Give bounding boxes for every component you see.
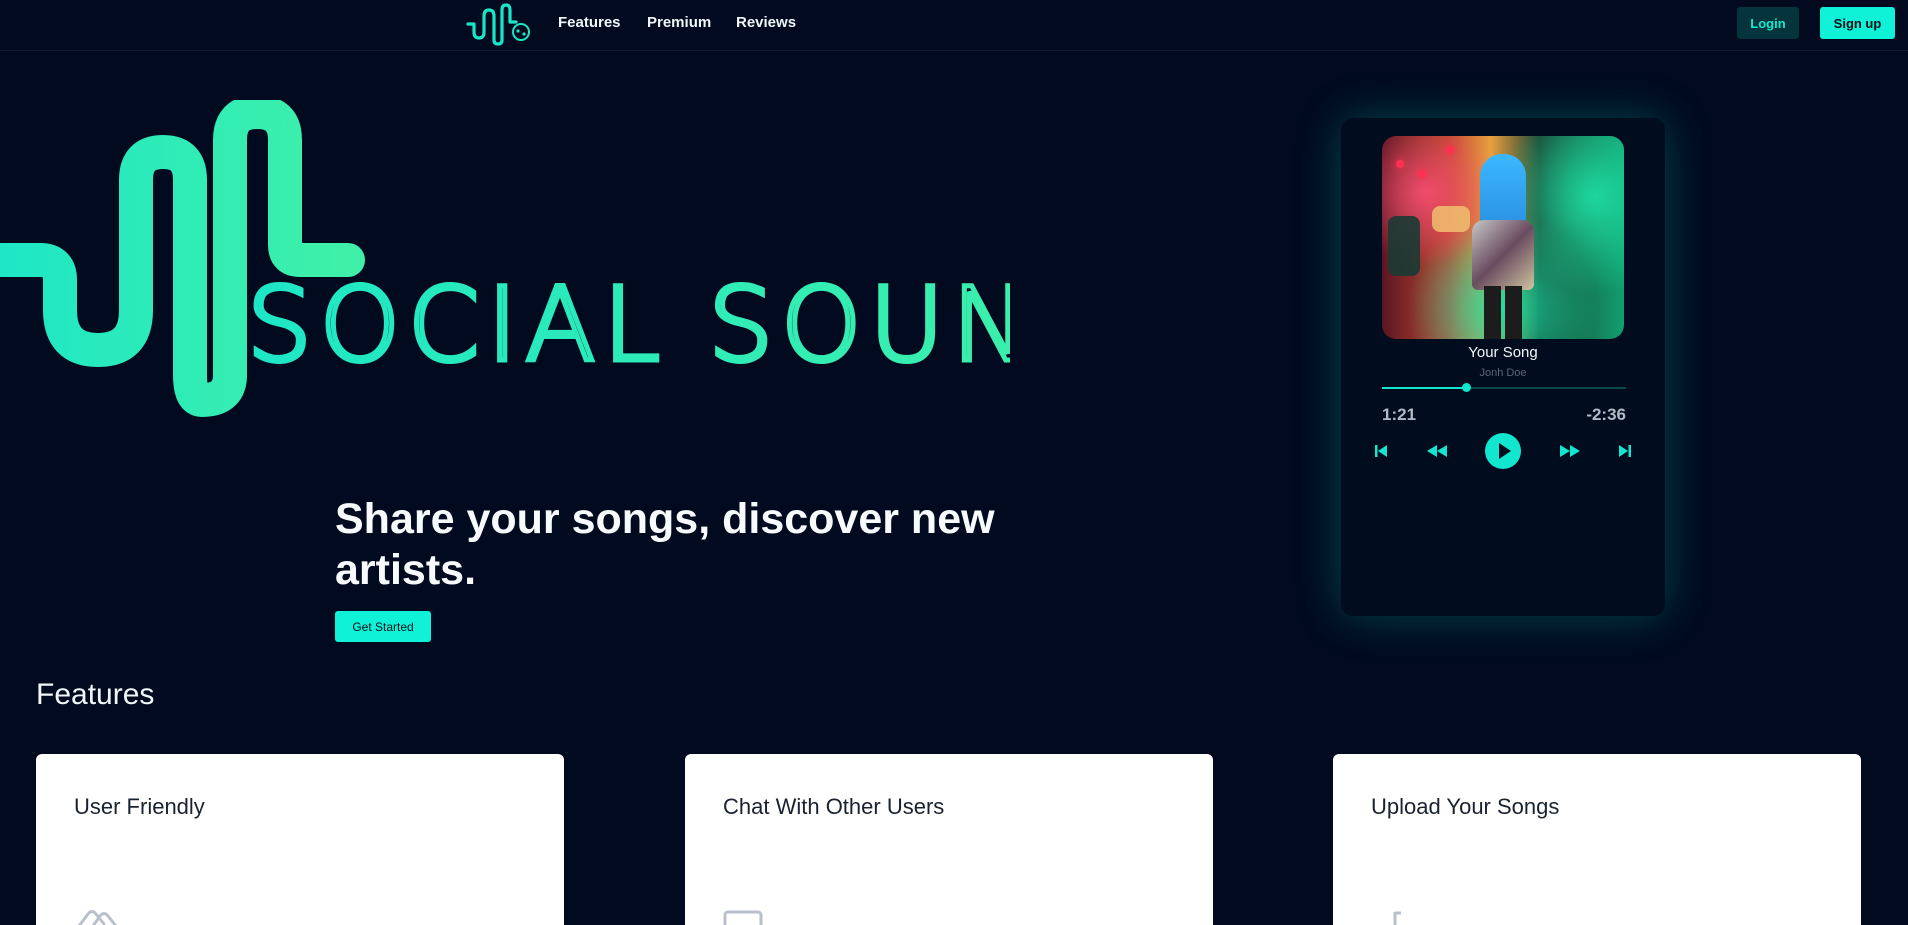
remaining-time: -2:36	[1586, 405, 1626, 424]
album-cover	[1382, 136, 1624, 339]
feature-card-title: Chat With Other Users	[723, 794, 945, 819]
progress-fill	[1382, 387, 1467, 389]
progress-track[interactable]	[1382, 383, 1626, 392]
rewind-icon[interactable]	[1423, 434, 1451, 468]
logo-icon[interactable]	[466, 2, 532, 46]
hero-logo: SOCIAL SOUND	[0, 100, 1010, 417]
login-button[interactable]: Login	[1737, 7, 1799, 39]
progress-knob[interactable]	[1462, 383, 1472, 392]
skip-back-icon[interactable]	[1369, 434, 1393, 468]
feature-card-title: User Friendly	[74, 794, 205, 819]
signup-button[interactable]: Sign up	[1820, 7, 1895, 39]
fast-forward-icon[interactable]	[1556, 434, 1584, 468]
nav-link-features[interactable]: Features	[558, 14, 621, 31]
chat-icon	[723, 910, 763, 925]
music-note-icon	[1393, 911, 1401, 925]
hero-tagline: Share your songs, discover new artists.	[335, 495, 995, 594]
hands-icon	[77, 910, 118, 925]
elapsed-time: 1:21	[1382, 405, 1417, 424]
song-artist: Jonh Doe	[1479, 367, 1527, 379]
song-title: Your Song	[1468, 344, 1538, 361]
feature-card-title: Upload Your Songs	[1371, 794, 1560, 819]
nav-link-premium[interactable]: Premium	[647, 14, 711, 31]
top-nav: Features Premium Reviews Login Sign up	[0, 0, 1908, 51]
music-player: Your Song Jonh Doe 1:21 -2:36	[1341, 118, 1665, 616]
skip-forward-icon[interactable]	[1613, 434, 1637, 468]
hero-logo-text: SOCIAL SOUND	[247, 266, 1010, 385]
feature-card-upload: Upload Your Songs	[1333, 754, 1861, 925]
get-started-button[interactable]: Get Started	[335, 611, 431, 642]
feature-card-user-friendly: User Friendly	[36, 754, 564, 925]
nav-link-reviews[interactable]: Reviews	[736, 14, 796, 31]
features-heading: Features	[36, 678, 155, 711]
feature-card-chat: Chat With Other Users	[685, 754, 1213, 925]
play-icon[interactable]	[1485, 433, 1521, 469]
